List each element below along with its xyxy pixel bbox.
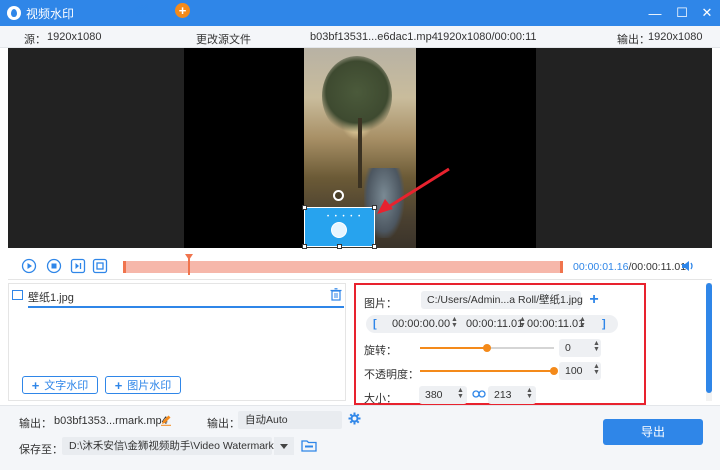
annotation-arrow-icon	[377, 167, 450, 214]
add-text-watermark-button[interactable]: + 文字水印	[22, 376, 98, 394]
scrollbar-thumb[interactable]	[706, 283, 712, 393]
opacity-stepper[interactable]: ▲ ▼	[593, 363, 600, 378]
set-start-button[interactable]: [	[373, 318, 377, 330]
playhead-marker-icon[interactable]	[185, 254, 194, 260]
watermark-box[interactable]: • • • • •	[302, 205, 377, 249]
next-frame-icon[interactable]	[70, 258, 86, 274]
image-icon	[12, 290, 23, 300]
edit-pencil-icon[interactable]	[160, 414, 172, 426]
link-icon[interactable]	[472, 389, 486, 399]
add-image-button[interactable]: +	[586, 292, 602, 308]
eye-hidden-icon[interactable]	[134, 4, 150, 16]
source-resolution: 1920x1080	[47, 31, 102, 43]
chevron-down-icon	[280, 444, 288, 449]
plus-icon: +	[114, 377, 123, 393]
opacity-slider-knob[interactable]	[550, 367, 558, 375]
format-select[interactable]: 自动Auto	[238, 411, 342, 429]
start-time-stepper[interactable]: ▲ ▼	[451, 316, 458, 331]
minimize-button[interactable]: —	[642, 0, 668, 26]
list-item[interactable]: 壁纸1.jpg	[8, 284, 346, 308]
file-name: b03bf13531...e6dac1.mp4	[310, 31, 438, 43]
image-path-field[interactable]: C:/Users/Admin...a Roll/壁纸1.jpg	[421, 291, 583, 309]
start-time-field[interactable]: 00:00:00.00	[392, 318, 450, 330]
gear-icon[interactable]	[348, 412, 361, 425]
end-time-stepper[interactable]: ▲ ▼	[519, 316, 526, 331]
resize-handle[interactable]	[372, 244, 377, 249]
play-icon[interactable]	[21, 258, 37, 274]
close-button[interactable]: ✕	[694, 0, 720, 26]
add-image-watermark-button[interactable]: + 图片水印	[105, 376, 181, 394]
height-stepper[interactable]: ▲ ▼	[526, 387, 533, 402]
resize-handle[interactable]	[302, 205, 307, 210]
title-bar: 视频水印	[0, 0, 720, 26]
output-label: 输出：	[617, 34, 650, 46]
image-label: 图片：	[364, 298, 397, 310]
width-stepper[interactable]: ▲ ▼	[457, 387, 464, 402]
file-resolution-duration: 1920x1080/00:00:11	[437, 31, 537, 43]
duration-field[interactable]: 00:00:11.01	[527, 318, 584, 330]
rotate-slider-knob[interactable]	[483, 344, 491, 352]
rotate-label: 旋转：	[364, 345, 397, 357]
trash-icon[interactable]	[330, 288, 342, 301]
save-to-label: 保存至：	[19, 444, 63, 456]
output-file-name: b03bf1353...rmark.mp4	[54, 415, 168, 427]
export-button[interactable]: 导出	[603, 419, 703, 445]
save-path-field[interactable]: D:\沐禾安信\金狮视频助手\Video Watermark	[62, 437, 274, 455]
stop-icon[interactable]	[46, 258, 62, 274]
format-label: 输出：	[207, 418, 240, 430]
timecode: 00:00:01.16/00:00:11.01	[573, 261, 686, 273]
change-source-button[interactable]: +	[175, 3, 190, 18]
rotate-stepper[interactable]: ▲ ▼	[593, 340, 600, 355]
properties-scrollbar[interactable]	[706, 283, 712, 401]
rotate-handle[interactable]	[333, 190, 344, 201]
source-label: 源：	[24, 34, 46, 46]
folder-icon[interactable]	[301, 439, 317, 452]
resize-handle[interactable]	[337, 244, 342, 249]
current-time: 00:00:01.16	[573, 261, 629, 273]
volume-icon[interactable]	[681, 259, 695, 273]
opacity-label: 不透明度：	[364, 369, 419, 381]
size-label: 大小：	[364, 393, 397, 405]
plus-icon: +	[31, 377, 40, 393]
opacity-slider-fill	[420, 370, 554, 372]
total-time: 00:00:11.01	[631, 261, 687, 273]
watermark-file-name: 壁纸1.jpg	[28, 292, 74, 304]
duration-stepper[interactable]: ▲ ▼	[579, 316, 586, 331]
watermark-image-icon	[331, 222, 347, 238]
end-time-field[interactable]: 00:00:11.01	[466, 318, 523, 330]
watermark-dots: • • • • •	[327, 214, 363, 220]
output-resolution: 1920x1080	[648, 31, 703, 43]
output-file-label: 输出：	[19, 418, 52, 430]
save-path-dropdown[interactable]	[274, 437, 294, 455]
info-bar: 源： 1920x1080 更改源文件 b03bf13531...e6dac1.m…	[0, 26, 720, 48]
rotate-slider-fill	[420, 347, 487, 349]
resize-handle[interactable]	[302, 244, 307, 249]
snapshot-icon[interactable]	[92, 258, 108, 274]
window-title: 视频水印	[26, 6, 75, 21]
maximize-button[interactable]: ☐	[669, 0, 695, 26]
change-source-label[interactable]: 更改源文件	[196, 31, 251, 47]
set-end-button[interactable]: ]	[602, 318, 606, 330]
app-logo-icon	[7, 6, 21, 20]
